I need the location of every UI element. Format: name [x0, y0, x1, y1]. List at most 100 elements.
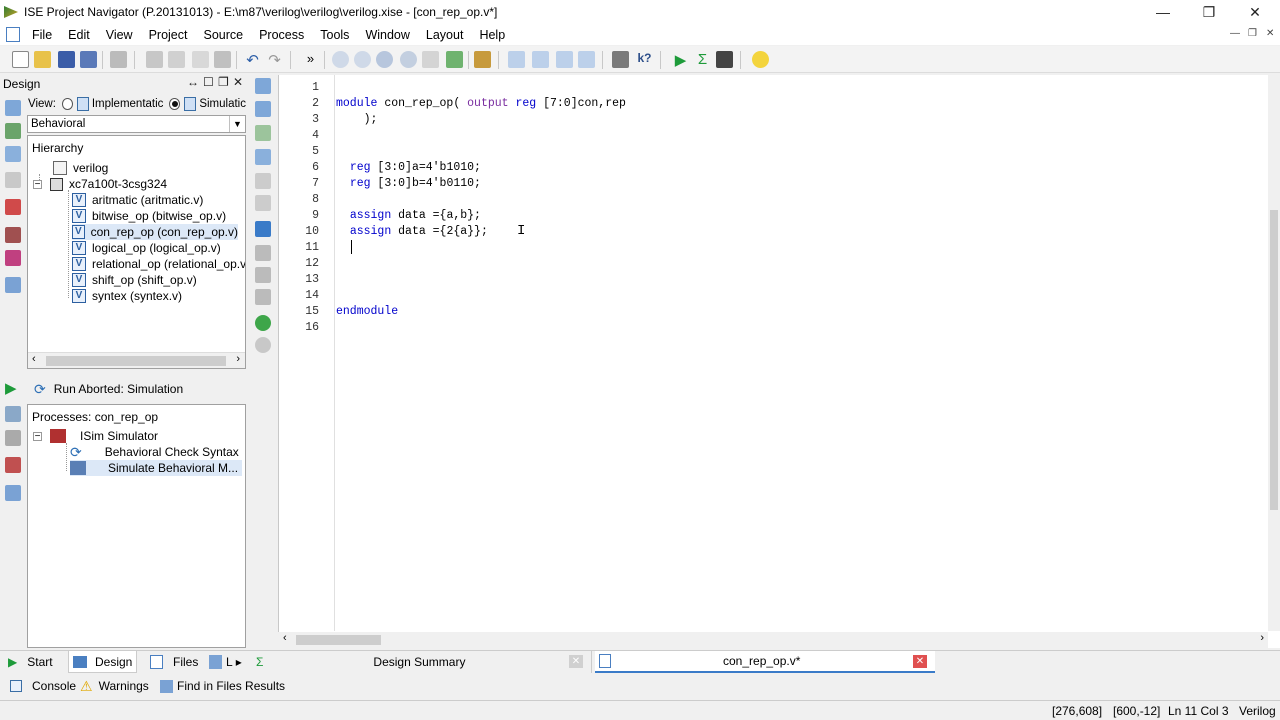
back-arrow-icon[interactable]	[255, 315, 271, 331]
new-file-icon[interactable]	[12, 51, 29, 68]
tab-start[interactable]: ▶ Start	[4, 651, 57, 673]
save-icon[interactable]	[58, 51, 75, 68]
code-line[interactable]	[336, 241, 350, 254]
tab-find-in-files[interactable]: Find in Files Results	[156, 675, 289, 697]
delete-icon[interactable]	[214, 51, 231, 68]
tree-item-file-selected[interactable]: Vcon_rep_op (con_rep_op.v)	[72, 224, 238, 240]
tool-b-icon[interactable]	[255, 267, 271, 283]
float-panel-icon[interactable]: ❐	[218, 75, 229, 89]
menu-tools[interactable]: Tools	[312, 28, 357, 42]
uncomment-icon[interactable]	[255, 149, 271, 165]
scroll-thumb[interactable]	[46, 356, 226, 366]
tree-item-file[interactable]: Vsyntex (syntex.v)	[72, 288, 182, 304]
wrench-icon[interactable]	[612, 51, 629, 68]
properties-icon[interactable]	[5, 227, 21, 243]
close-panel-icon[interactable]: ✕	[233, 75, 243, 89]
run-icon[interactable]: ▶	[672, 51, 689, 69]
tree-item-project[interactable]: verilog	[53, 160, 108, 176]
editor-vertical-scrollbar[interactable]	[1268, 75, 1280, 631]
tree-item-file[interactable]: Varitmatic (aritmatic.v)	[72, 192, 203, 208]
restore-panel-icon[interactable]: ☐	[203, 75, 214, 89]
collapse-icon[interactable]: −	[33, 179, 42, 189]
help-icon[interactable]: k?	[636, 51, 653, 68]
remove-source-icon[interactable]	[5, 199, 21, 215]
code-line[interactable]: assign data ={a,b};	[336, 209, 481, 222]
minimize-button[interactable]: —	[1140, 0, 1186, 24]
overflow-icon[interactable]: »	[302, 51, 319, 68]
code-line[interactable]: reg [3:0]b=4'b0110;	[336, 177, 481, 190]
code-line[interactable]: reg [3:0]a=4'b1010;	[336, 161, 481, 174]
menu-file[interactable]: File	[24, 28, 60, 42]
tree-item-file[interactable]: Vrelational_op (relational_op.v)	[72, 256, 245, 272]
open-folder-icon[interactable]	[34, 51, 51, 68]
scroll-thumb[interactable]	[1270, 210, 1278, 510]
close-button[interactable]: ✕	[1232, 0, 1278, 24]
zoom-fit-icon[interactable]	[376, 51, 393, 68]
close-tab-icon[interactable]: ✕	[913, 655, 927, 668]
scroll-left-icon[interactable]: ‹	[283, 632, 287, 644]
edit-source-icon[interactable]	[5, 250, 21, 266]
goto-line-icon[interactable]	[255, 221, 271, 237]
rerun-icon[interactable]	[5, 406, 21, 422]
stop-icon[interactable]	[5, 430, 21, 446]
tile-vertical-icon[interactable]	[556, 51, 573, 68]
menu-edit[interactable]: Edit	[60, 28, 98, 42]
copy-icon[interactable]	[168, 51, 185, 68]
panel-icon[interactable]	[5, 277, 21, 293]
redo-icon[interactable]: ↷	[266, 51, 283, 69]
simulation-label[interactable]: Simulatic	[199, 98, 246, 110]
add-copy-source-icon[interactable]	[5, 146, 21, 162]
forward-arrow-icon[interactable]	[255, 337, 271, 353]
menu-help[interactable]: Help	[471, 28, 513, 42]
code-editor[interactable]: 1 2 module con_rep_op( output reg [7:0]con…	[278, 75, 1280, 648]
tab-design-summary[interactable]: Σ Design Summary ✕	[252, 651, 592, 673]
float-window-icon[interactable]	[578, 51, 595, 68]
process-isim[interactable]: − ISim Simulator	[33, 428, 158, 444]
tool-a-icon[interactable]	[255, 245, 271, 261]
add-source-icon[interactable]	[5, 123, 21, 139]
code-line[interactable]: assign data ={2{a}};	[336, 225, 488, 238]
cut-icon[interactable]	[146, 51, 163, 68]
editor-horizontal-scrollbar[interactable]: ‹ ›	[278, 632, 1268, 648]
indent-right-icon[interactable]	[255, 101, 271, 117]
menu-window[interactable]: Window	[357, 28, 417, 42]
tree-item-device[interactable]: − xc7a100t-3csg324	[33, 176, 167, 192]
code-line[interactable]: );	[336, 113, 378, 126]
tab-con-rep-op[interactable]: con_rep_op.v* ✕	[595, 651, 935, 673]
scroll-thumb[interactable]	[296, 635, 381, 645]
zoom-in-icon[interactable]	[332, 51, 349, 68]
hierarchy-scrollbar[interactable]: ‹ ›	[28, 352, 245, 368]
bookmark-prev-icon[interactable]	[255, 195, 271, 211]
mdi-close-icon[interactable]: ✕	[1266, 28, 1274, 39]
menu-source[interactable]: Source	[195, 28, 251, 42]
sigma-icon[interactable]: Σ	[694, 51, 711, 68]
comment-icon[interactable]	[255, 125, 271, 141]
scroll-right-icon[interactable]: ›	[236, 353, 240, 365]
chevron-down-icon[interactable]: ▼	[229, 116, 245, 132]
tree-item-file[interactable]: Vshift_op (shift_op.v)	[72, 272, 197, 288]
zoom-out-icon[interactable]	[354, 51, 371, 68]
print-icon[interactable]	[110, 51, 127, 68]
tab-warnings[interactable]: ⚠ Warnings	[76, 675, 153, 697]
menu-layout[interactable]: Layout	[418, 28, 472, 42]
cascade-windows-icon[interactable]	[508, 51, 525, 68]
implementation-label[interactable]: Implementatic	[92, 98, 164, 110]
telescope-icon[interactable]	[716, 51, 733, 68]
hammer-icon[interactable]	[474, 51, 491, 68]
tile-horizontal-icon[interactable]	[532, 51, 549, 68]
pin-icon[interactable]: ↔	[187, 75, 199, 89]
process-simulate-behavioral[interactable]: Simulate Behavioral M...	[70, 460, 242, 476]
scroll-left-icon[interactable]: ‹	[32, 353, 36, 365]
tree-item-file[interactable]: Vbitwise_op (bitwise_op.v)	[72, 208, 226, 224]
implementation-radio[interactable]	[61, 98, 73, 110]
tree-item-file[interactable]: Vlogical_op (logical_op.v)	[72, 240, 221, 256]
process-panel-icon[interactable]	[5, 485, 21, 501]
scroll-right-icon[interactable]: ›	[1260, 632, 1264, 644]
design-side-icon[interactable]	[5, 100, 21, 116]
indent-left-icon[interactable]	[255, 78, 271, 94]
tab-libraries[interactable]: L ▸	[205, 651, 246, 673]
process-check-syntax[interactable]: ⟳ Behavioral Check Syntax	[70, 444, 239, 460]
refresh-icon[interactable]	[446, 51, 463, 68]
behavioral-select[interactable]: Behavioral ▼	[27, 115, 246, 133]
lightbulb-icon[interactable]	[752, 51, 769, 68]
